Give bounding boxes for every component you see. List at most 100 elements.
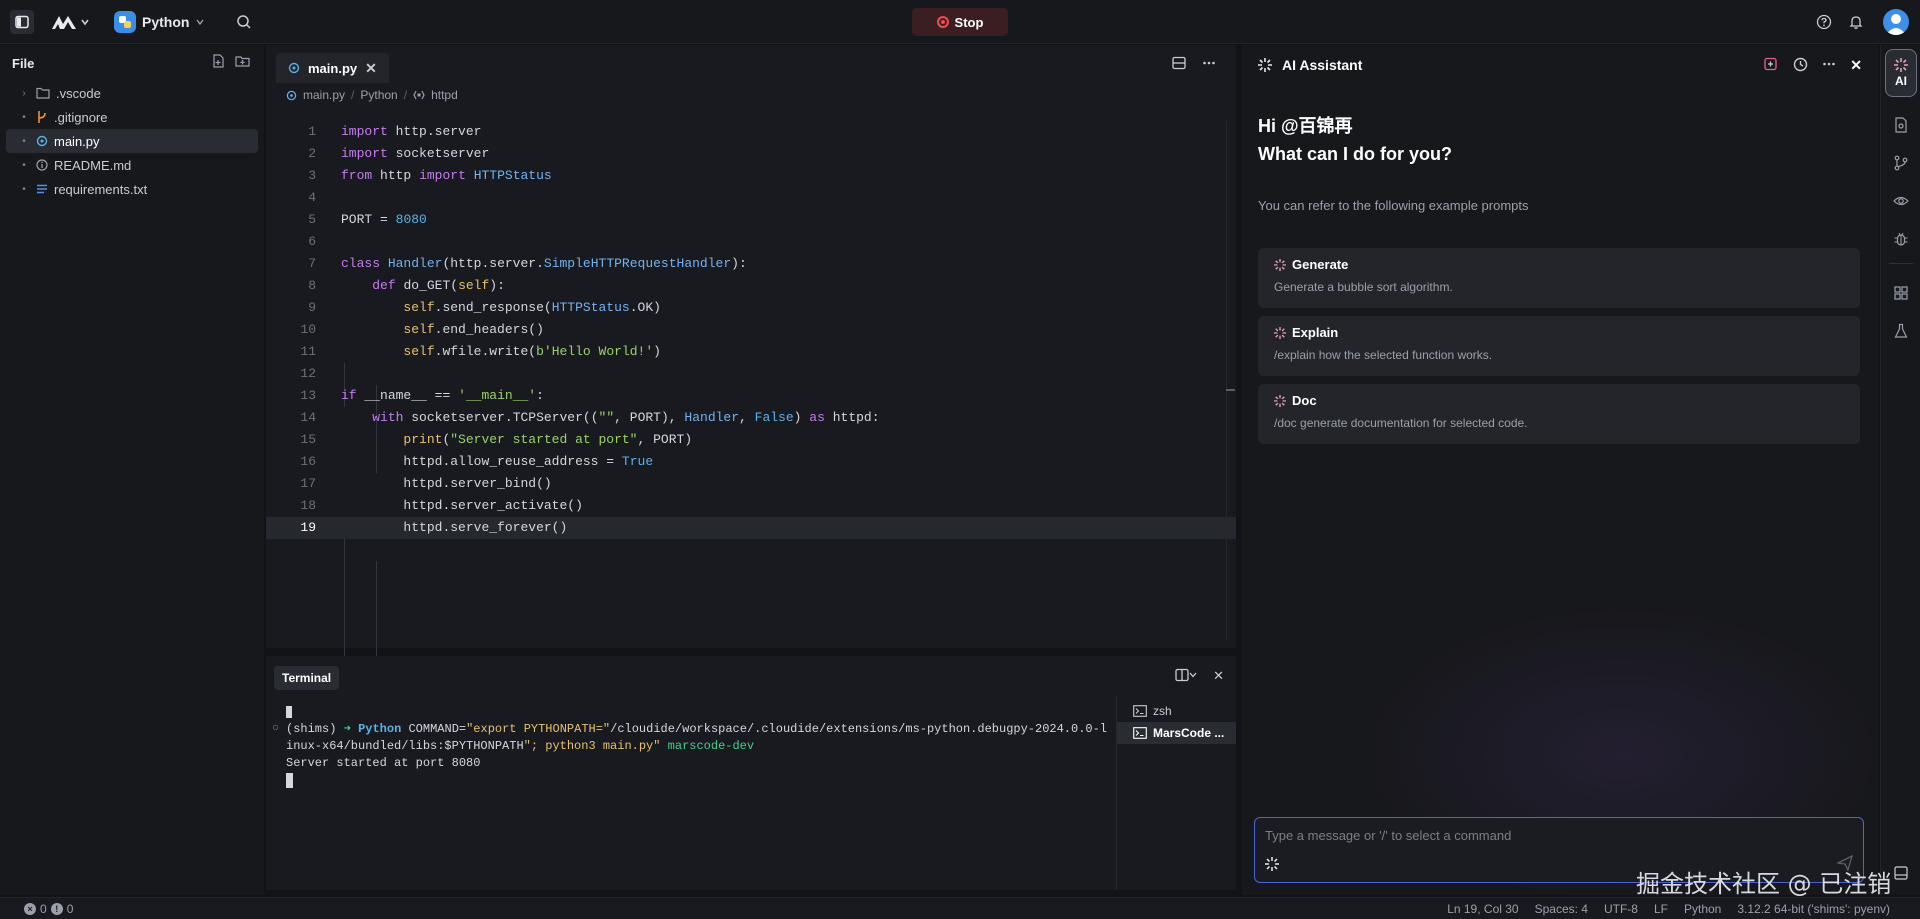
indentation[interactable]: Spaces: 4 bbox=[1535, 902, 1588, 916]
code-text: import socketserver bbox=[341, 146, 490, 161]
indent-guide bbox=[344, 539, 345, 671]
prompt-card-doc[interactable]: Doc /doc generate documentation for sele… bbox=[1258, 384, 1860, 444]
testing-flask-icon[interactable] bbox=[1889, 319, 1913, 343]
code-text: def do_GET(self): bbox=[372, 278, 505, 293]
split-editor-icon[interactable] bbox=[1172, 56, 1186, 73]
status-bar: × 0 ! 0 Ln 19, Col 30 Spaces: 4 UTF-8 LF… bbox=[0, 897, 1920, 919]
code-line[interactable]: 14 with socketserver.TCPServer(("", PORT… bbox=[266, 407, 1236, 429]
close-icon[interactable]: ✕ bbox=[365, 60, 377, 77]
terminal-icon bbox=[1133, 705, 1147, 717]
stop-button[interactable]: Stop bbox=[912, 8, 1008, 36]
user-avatar[interactable] bbox=[1883, 9, 1909, 35]
scroll-marker bbox=[1226, 389, 1235, 391]
code-line[interactable]: 1 import http.server bbox=[266, 121, 1236, 143]
cursor-position[interactable]: Ln 19, Col 30 bbox=[1447, 902, 1518, 916]
code-line[interactable]: 19 httpd.serve_forever() bbox=[266, 517, 1236, 539]
code-text: httpd.allow_reuse_address = True bbox=[403, 454, 654, 469]
sparkle-icon bbox=[1274, 326, 1286, 339]
new-folder-icon[interactable] bbox=[235, 54, 250, 71]
breadcrumb: main.py / Python / httpd bbox=[266, 83, 1236, 107]
tree-item-gitignore[interactable]: • .gitignore bbox=[6, 105, 258, 129]
session-label: MarsCode ... bbox=[1153, 726, 1225, 740]
prompt-card-generate[interactable]: Generate Generate a bubble sort algorith… bbox=[1258, 248, 1860, 308]
code-text: self.end_headers() bbox=[403, 322, 544, 337]
source-control-icon[interactable] bbox=[1889, 151, 1913, 175]
notification-bell-icon[interactable] bbox=[1844, 10, 1868, 34]
line-number: 3 bbox=[308, 168, 316, 183]
right-activity-bar: AI bbox=[1880, 45, 1920, 895]
example-prompts-hint: You can refer to the following example p… bbox=[1258, 198, 1529, 213]
tree-item-readme[interactable]: • README.md bbox=[6, 153, 258, 177]
code-line[interactable]: 13 if __name__ == '__main__': bbox=[266, 385, 1236, 407]
breadcrumb-item[interactable]: Python bbox=[360, 88, 397, 102]
terminal-command-line-cont: inux-x64/bundled/libs:$PYTHONPATH"; pyth… bbox=[286, 739, 755, 753]
session-item-zsh[interactable]: zsh bbox=[1117, 700, 1236, 722]
code-line[interactable]: 5 PORT = 8080 bbox=[266, 209, 1236, 231]
variable-symbol-icon bbox=[413, 90, 425, 100]
breadcrumb-item[interactable]: httpd bbox=[431, 88, 458, 102]
history-icon[interactable] bbox=[1793, 57, 1808, 75]
tab-terminal[interactable]: Terminal bbox=[274, 666, 340, 690]
tree-item-requirements[interactable]: • requirements.txt bbox=[6, 177, 258, 201]
breadcrumb-item[interactable]: main.py bbox=[303, 88, 345, 102]
session-label: zsh bbox=[1153, 704, 1172, 718]
project-selector[interactable]: Python bbox=[114, 10, 206, 34]
sidebar-toggle-icon[interactable] bbox=[10, 10, 34, 34]
search-icon[interactable] bbox=[232, 10, 256, 34]
debug-bug-icon[interactable] bbox=[1889, 227, 1913, 251]
code-line[interactable]: 8 def do_GET(self): bbox=[266, 275, 1236, 297]
code-line[interactable]: 11 self.wfile.write(b'Hello World!') bbox=[266, 341, 1236, 363]
code-line[interactable]: 18 httpd.server_activate() bbox=[266, 495, 1236, 517]
activity-ai-assistant[interactable]: AI bbox=[1885, 49, 1917, 97]
layout-panel-icon[interactable] bbox=[1889, 861, 1913, 885]
new-chat-icon[interactable] bbox=[1764, 57, 1779, 75]
code-area[interactable]: 1 import http.server 2 import socketserver 3… bbox=[266, 121, 1236, 671]
warning-icon: ! bbox=[50, 902, 63, 915]
python-interpreter[interactable]: 3.12.2 64-bit ('shims': pyenv) bbox=[1737, 902, 1890, 916]
new-file-icon[interactable] bbox=[211, 54, 225, 71]
file-search-icon[interactable] bbox=[1889, 113, 1913, 137]
tab-main-py[interactable]: main.py ✕ bbox=[276, 53, 389, 83]
tree-item-main-py[interactable]: • main.py bbox=[6, 129, 258, 153]
sparkle-icon[interactable] bbox=[1265, 857, 1279, 874]
code-line[interactable]: 16 httpd.allow_reuse_address = True bbox=[266, 451, 1236, 473]
python-file-icon bbox=[36, 135, 48, 147]
terminal-panel: Terminal ✕ ○ (shims) ➜ Python COMMAND="e… bbox=[266, 656, 1236, 890]
tree-item-vscode[interactable]: › .vscode bbox=[6, 81, 258, 105]
code-text: if __name__ == '__main__': bbox=[341, 388, 544, 403]
code-editor: main.py ✕ main.py / Python / httpd 1 impo… bbox=[266, 45, 1236, 671]
code-line[interactable]: 17 httpd.server_bind() bbox=[266, 473, 1236, 495]
code-line[interactable]: 2 import socketserver bbox=[266, 143, 1236, 165]
extensions-grid-icon[interactable] bbox=[1889, 281, 1913, 305]
app-logo-menu[interactable] bbox=[44, 10, 96, 34]
more-options-icon[interactable] bbox=[1822, 57, 1836, 75]
greeting-line-2: What can I do for you? bbox=[1258, 144, 1452, 164]
end-of-line[interactable]: LF bbox=[1654, 902, 1668, 916]
problems-indicator[interactable]: × 0 ! 0 bbox=[24, 902, 73, 916]
code-line[interactable]: 7 class Handler(http.server.SimpleHTTPReq… bbox=[266, 253, 1236, 275]
prompt-card-explain[interactable]: Explain /explain how the selected functi… bbox=[1258, 316, 1860, 376]
more-options-icon[interactable] bbox=[1202, 56, 1216, 73]
editor-scrollbar[interactable] bbox=[1226, 121, 1236, 641]
encoding[interactable]: UTF-8 bbox=[1604, 902, 1638, 916]
code-line[interactable]: 15 print("Server started at port", PORT) bbox=[266, 429, 1236, 451]
terminal-cursor bbox=[286, 706, 292, 718]
explorer-title: File bbox=[12, 55, 35, 71]
split-terminal-icon[interactable] bbox=[1175, 668, 1197, 685]
line-number: 14 bbox=[300, 410, 316, 425]
terminal-output[interactable]: ○ (shims) ➜ Python COMMAND="export PYTHO… bbox=[266, 696, 1114, 886]
code-line[interactable]: 12 bbox=[266, 363, 1236, 385]
code-line[interactable]: 6 bbox=[266, 231, 1236, 253]
close-icon[interactable]: ✕ bbox=[1850, 57, 1862, 75]
chat-input[interactable] bbox=[1265, 828, 1853, 843]
code-line[interactable]: 3 from http import HTTPStatus bbox=[266, 165, 1236, 187]
code-line[interactable]: 9 self.send_response(HTTPStatus.OK) bbox=[266, 297, 1236, 319]
terminal-session-list: zsh MarsCode ... bbox=[1116, 696, 1236, 890]
close-panel-icon[interactable]: ✕ bbox=[1213, 668, 1224, 685]
language-mode[interactable]: Python bbox=[1684, 902, 1721, 916]
code-line[interactable]: 4 bbox=[266, 187, 1236, 209]
code-line[interactable]: 10 self.end_headers() bbox=[266, 319, 1236, 341]
preview-eye-icon[interactable] bbox=[1889, 189, 1913, 213]
session-item-marscode[interactable]: MarsCode ... bbox=[1117, 722, 1236, 744]
help-icon[interactable] bbox=[1812, 10, 1836, 34]
